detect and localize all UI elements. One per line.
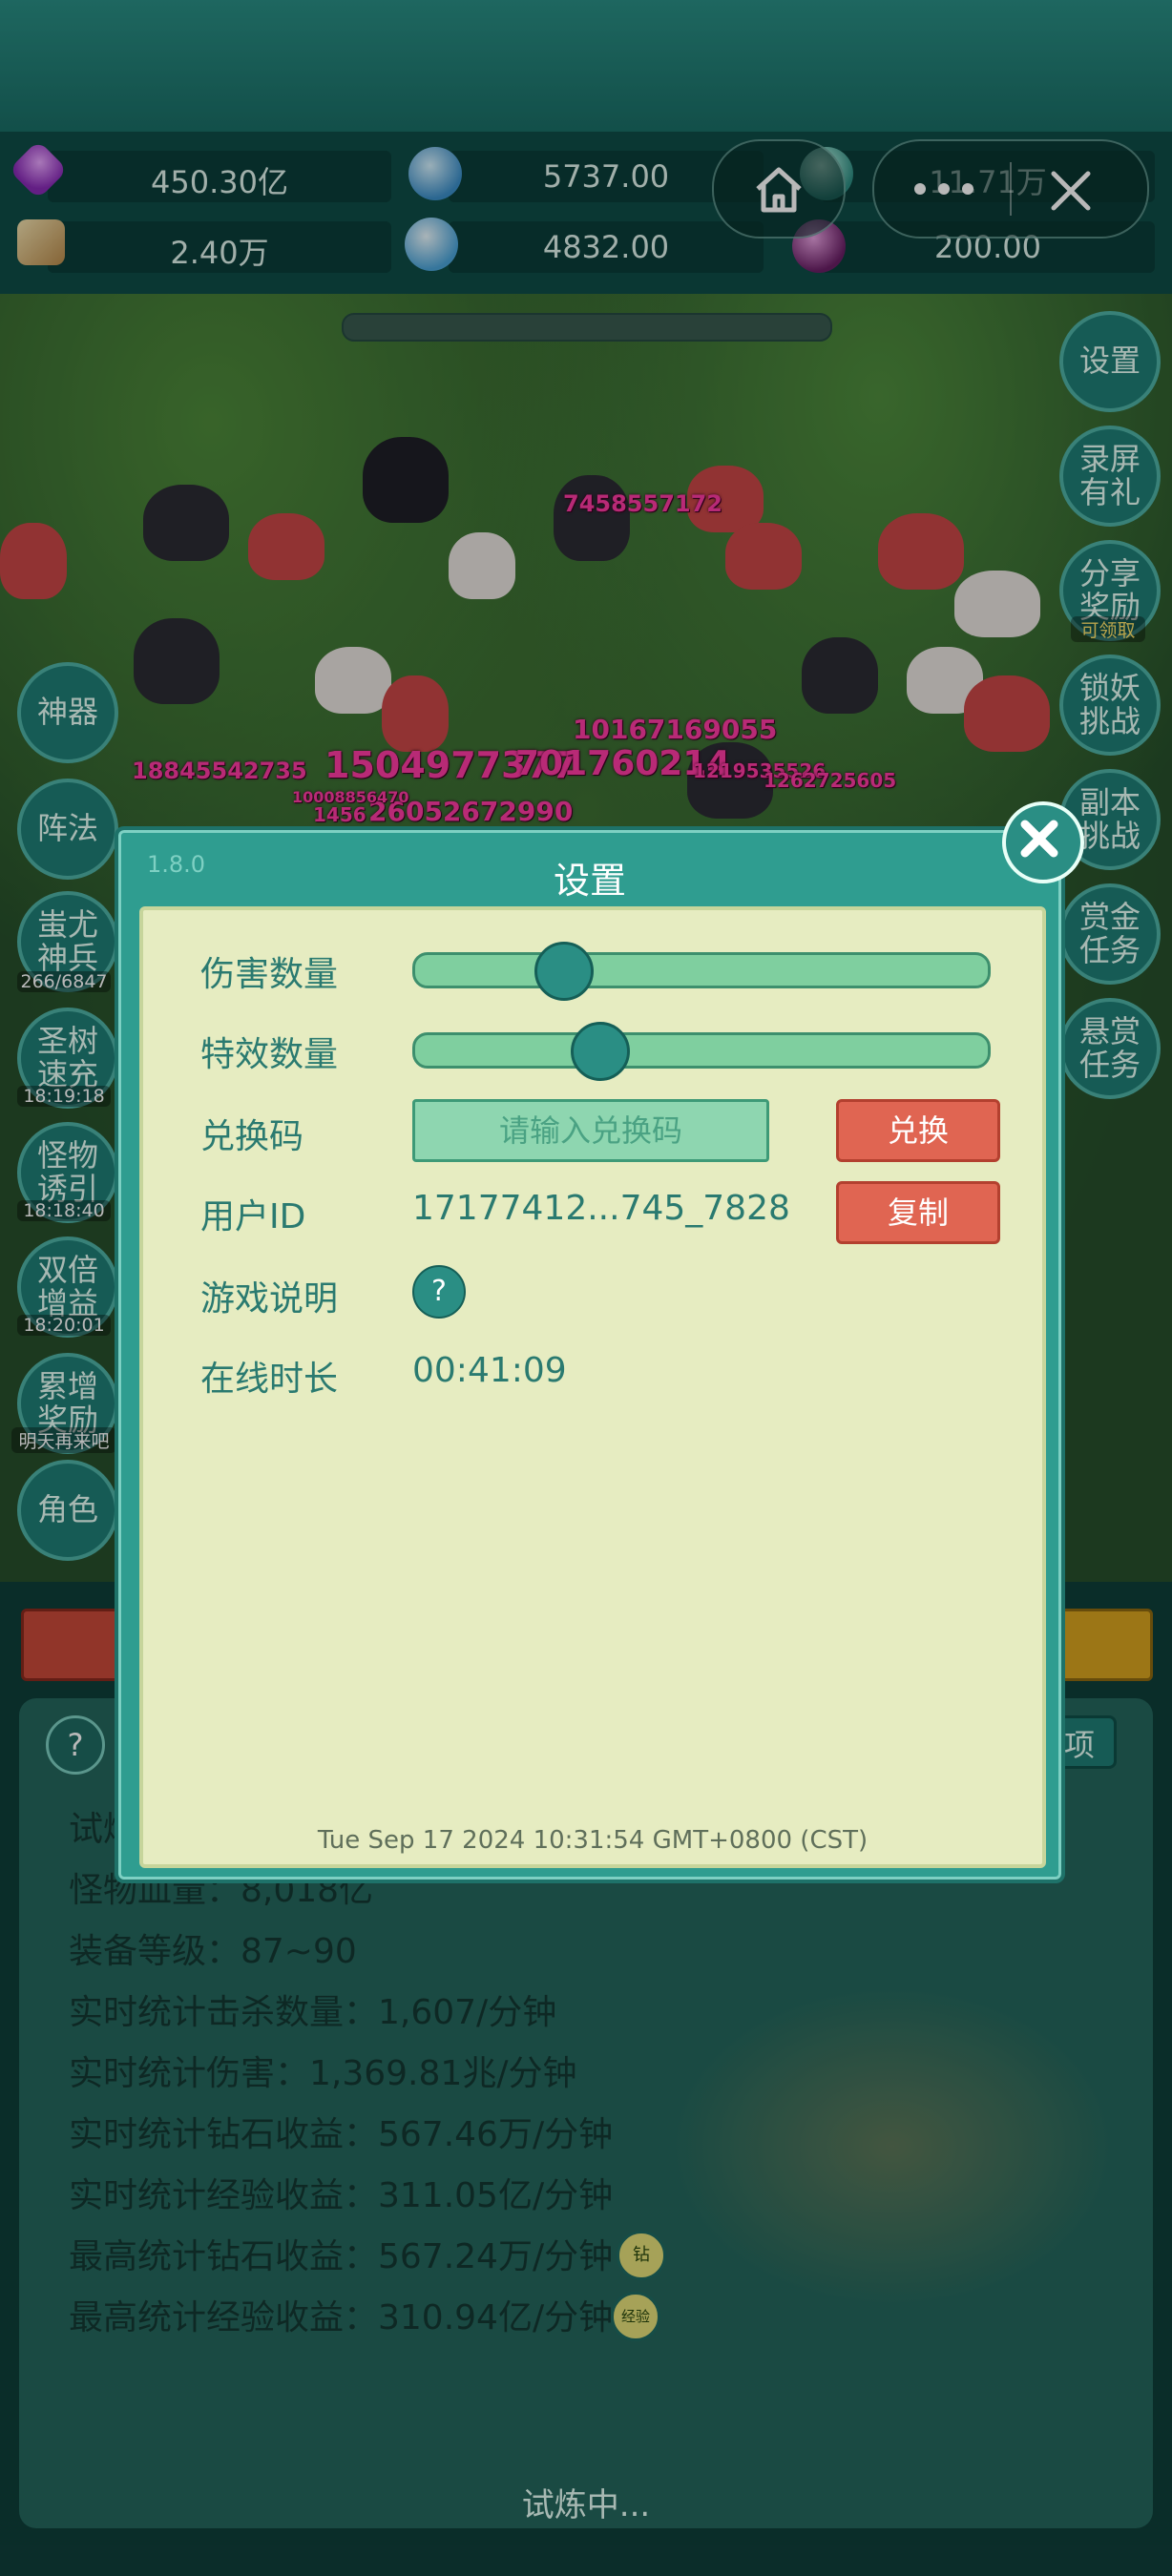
copy-button[interactable]: 复制 — [836, 1181, 1000, 1244]
online-time-value: 00:41:09 — [412, 1351, 567, 1390]
redeem-button[interactable]: 兑换 — [836, 1099, 1000, 1162]
settings-content: 伤害数量 特效数量 兑换码 请输入兑换码 兑换 用户ID 17177412...… — [139, 906, 1046, 1868]
game-guide-help-icon[interactable]: ? — [412, 1265, 466, 1319]
timestamp: Tue Sep 17 2024 10:31:54 GMT+0800 (CST) — [317, 1826, 869, 1855]
slider-thumb[interactable] — [571, 1022, 630, 1081]
online-time-label: 在线时长 — [200, 1360, 339, 1399]
effect-count-label: 特效数量 — [200, 1035, 339, 1074]
damage-count-label: 伤害数量 — [200, 955, 339, 994]
dialog-close-button[interactable] — [1002, 801, 1084, 883]
game-guide-label: 游戏说明 — [200, 1279, 339, 1319]
user-id-label: 用户ID — [200, 1197, 306, 1236]
settings-dialog: 1.8.0 设置 伤害数量 特效数量 兑换码 请输入兑换码 兑换 用户ID 17… — [115, 826, 1065, 1883]
dialog-title: 设置 — [553, 860, 626, 902]
close-icon — [1020, 820, 1058, 858]
redeem-code-input[interactable]: 请输入兑换码 — [412, 1099, 769, 1162]
slider-thumb[interactable] — [534, 942, 594, 1001]
effect-count-slider[interactable] — [412, 1022, 991, 1081]
user-id-value: 17177412...745_7828 — [412, 1189, 790, 1228]
redeem-code-label: 兑换码 — [200, 1117, 304, 1156]
damage-count-slider[interactable] — [412, 942, 991, 1001]
